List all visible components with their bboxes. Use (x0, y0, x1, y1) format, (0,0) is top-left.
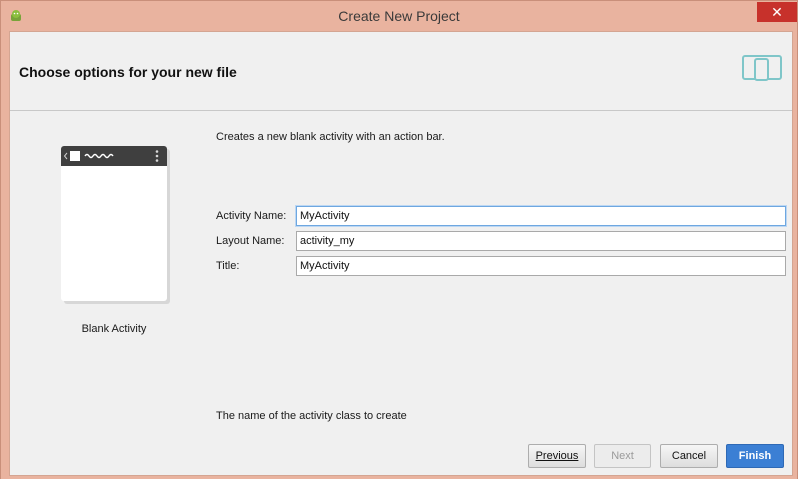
template-caption: Blank Activity (81, 323, 147, 335)
next-button[interactable]: Next (594, 444, 651, 468)
layout-name-label: Layout Name: (216, 235, 285, 247)
page-title: Choose options for your new file (19, 64, 237, 80)
template-preview[interactable] (61, 146, 167, 301)
finish-button[interactable]: Finish (726, 444, 784, 468)
field-hint: The name of the activity class to create (216, 410, 407, 422)
preview-action-bar (61, 146, 167, 166)
cancel-button-label: Cancel (671, 450, 707, 462)
dialog-header: Choose options for your new file (10, 32, 792, 111)
dialog-content: Choose options for your new file Blank A… (9, 31, 793, 476)
activity-name-label: Activity Name: (216, 210, 287, 222)
desktop-strip (0, 479, 800, 485)
devices-icon (742, 55, 782, 81)
cancel-button[interactable]: Cancel (660, 444, 718, 468)
template-description: Creates a new blank activity with an act… (216, 131, 445, 143)
dialog-window: Create New Project ✕ Choose options for … (0, 0, 798, 481)
previous-button-label: Previous (535, 450, 579, 462)
window-title: Create New Project (338, 8, 460, 24)
next-button-label: Next (611, 450, 634, 462)
activity-name-input[interactable] (296, 206, 786, 226)
action-bar-glyphs-icon (63, 150, 159, 162)
title-label: Title: (216, 260, 240, 272)
previous-button[interactable]: Previous (528, 444, 586, 468)
finish-button-label: Finish (738, 450, 772, 462)
title-input[interactable] (296, 256, 786, 276)
close-button[interactable]: ✕ (757, 2, 797, 22)
title-bar[interactable]: Create New Project ✕ (1, 1, 797, 31)
layout-name-input[interactable] (296, 231, 786, 251)
